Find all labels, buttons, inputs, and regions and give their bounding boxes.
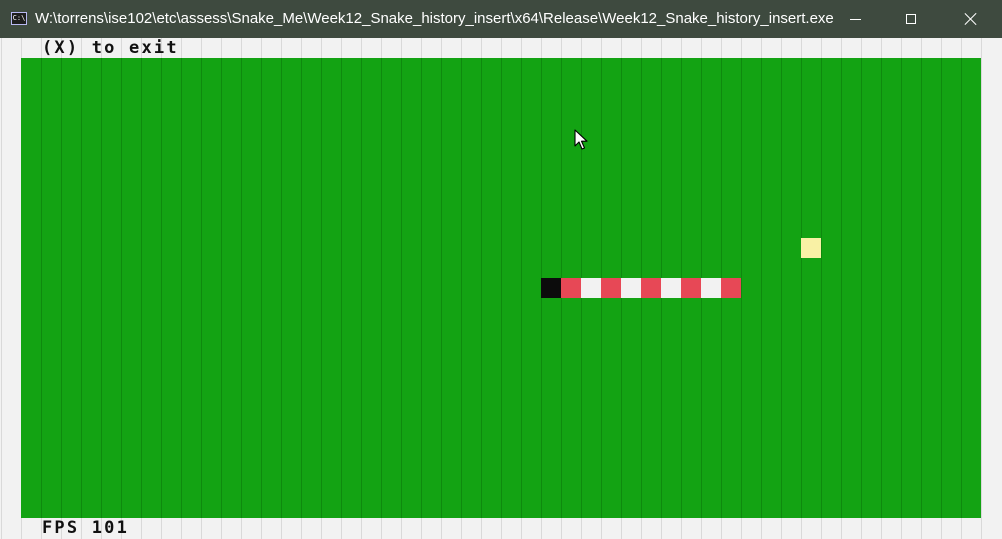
close-icon	[964, 12, 978, 26]
snake-segment	[581, 278, 601, 298]
snake-segment	[561, 278, 581, 298]
console-icon[interactable]: C:\	[11, 12, 27, 25]
game-canvas	[1, 38, 982, 539]
minimize-button[interactable]	[826, 0, 884, 38]
snake-head	[541, 278, 561, 298]
exit-hint: (X) to exit	[42, 38, 179, 58]
fps-counter: FPS 101	[42, 518, 130, 538]
maximize-button[interactable]	[882, 0, 940, 38]
title-bar[interactable]: C:\ W:\torrens\ise102\etc\assess\Snake_M…	[0, 0, 1002, 38]
mouse-pointer-icon	[574, 129, 588, 150]
snake-segment	[701, 278, 721, 298]
snake-segment	[661, 278, 681, 298]
console-area[interactable]: (X) to exit FPS 101	[1, 38, 1001, 539]
close-button[interactable]	[942, 0, 1000, 38]
food-pellet	[801, 238, 821, 258]
snake-segment	[601, 278, 621, 298]
console-window: C:\ W:\torrens\ise102\etc\assess\Snake_M…	[0, 0, 1002, 539]
snake-segment	[641, 278, 661, 298]
minimize-icon	[849, 18, 861, 20]
maximize-icon	[906, 14, 916, 24]
window-title: W:\torrens\ise102\etc\assess\Snake_Me\We…	[35, 10, 834, 27]
snake-segment	[621, 278, 641, 298]
snake-segment	[681, 278, 701, 298]
snake-segment	[721, 278, 741, 298]
